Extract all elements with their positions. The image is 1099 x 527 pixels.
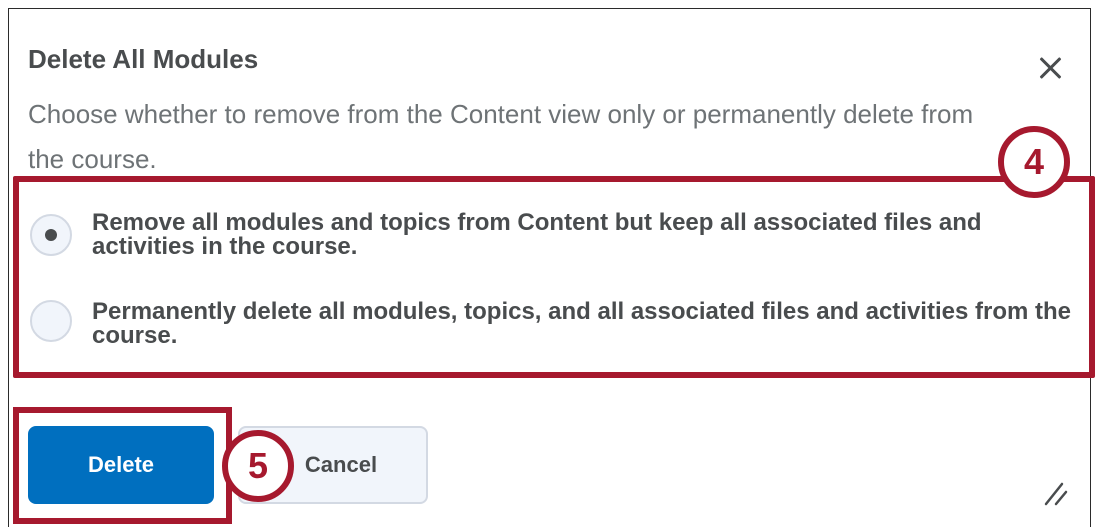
radio-remove-from-content[interactable] (30, 214, 72, 256)
close-icon[interactable] (1034, 52, 1066, 84)
step-5-callout: 5 (222, 430, 294, 502)
cancel-button-label: Cancel (304, 452, 378, 477)
radio-permanently-delete[interactable] (30, 300, 72, 342)
resize-handle-icon[interactable] (1040, 478, 1070, 508)
delete-button[interactable]: Delete (28, 426, 214, 504)
dialog-description: Choose whether to remove from the Conten… (28, 99, 974, 174)
step-4-callout: 4 (998, 126, 1070, 198)
dialog-title: Delete All Modules (28, 44, 259, 74)
option-remove-label: Remove all modules and topics from Conte… (92, 209, 982, 260)
option-delete-label: Permanently delete all modules, topics, … (92, 298, 1071, 349)
